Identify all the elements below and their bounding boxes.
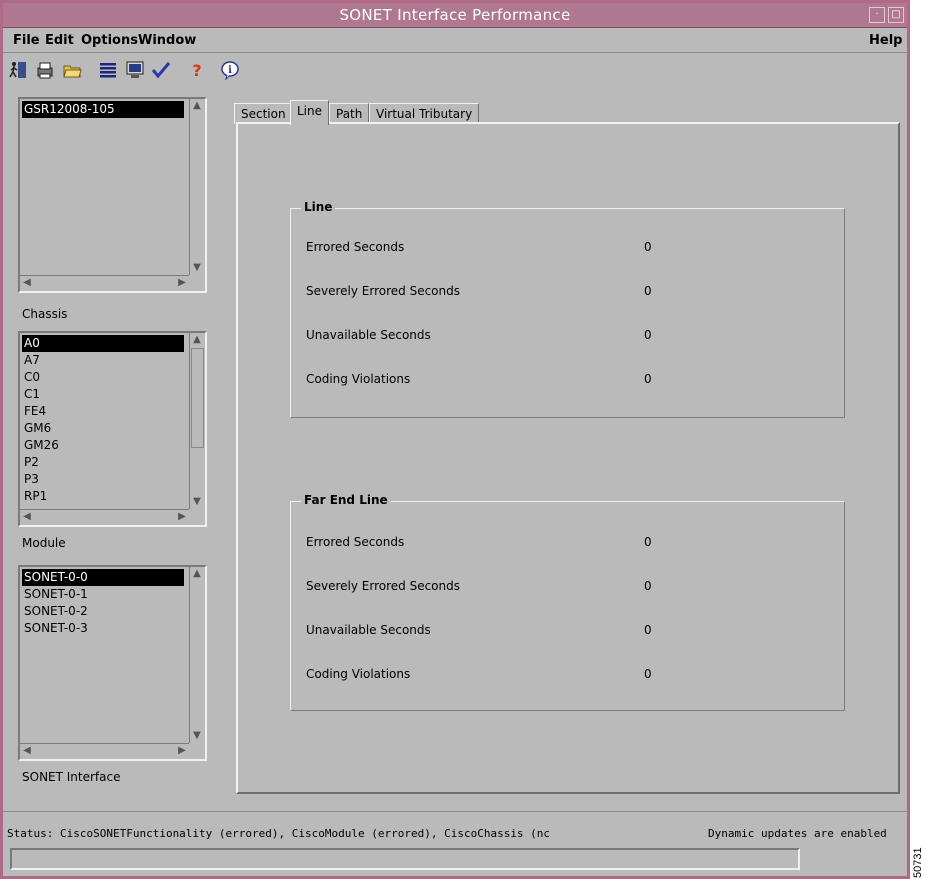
svg-text:i: i xyxy=(228,65,232,76)
far-end-unavailable-seconds-label: Unavailable Seconds xyxy=(306,623,431,637)
status-divider xyxy=(3,811,907,812)
status-text: Status: CiscoSONETFunctionality (errored… xyxy=(7,827,550,840)
scroll-down-icon[interactable]: ▼ xyxy=(190,261,204,275)
figure-id: 50731 xyxy=(912,842,924,878)
far-end-coding-violations-label: Coding Violations xyxy=(306,667,410,681)
module-list-item[interactable]: FE4 xyxy=(22,403,184,420)
module-list-item[interactable]: C1 xyxy=(22,386,184,403)
monitor-icon[interactable] xyxy=(124,59,146,81)
tab-section[interactable]: Section xyxy=(234,103,293,124)
menu-help[interactable]: Help xyxy=(869,33,902,48)
scroll-down-icon[interactable]: ▼ xyxy=(190,495,204,509)
module-list-item[interactable]: P2 xyxy=(22,454,184,471)
scroll-right-icon[interactable]: ▶ xyxy=(175,276,189,290)
far-end-coding-violations-value: 0 xyxy=(644,667,652,681)
line-group: Line Errored Seconds 0 Severely Errored … xyxy=(290,208,845,418)
title-bar[interactable]: SONET Interface Performance · □ xyxy=(3,3,907,28)
module-list[interactable]: A0A7C0C1FE4GM6GM26P2P3RP1 ▲ ▼ ◀ ▶ xyxy=(18,331,207,527)
scroll-right-icon[interactable]: ▶ xyxy=(175,744,189,758)
scroll-up-icon[interactable]: ▲ xyxy=(190,333,204,347)
chassis-list-items: GSR12008-105 xyxy=(22,101,184,118)
menu-options[interactable]: Options xyxy=(81,33,138,48)
sonet-interface-label: SONET Interface xyxy=(22,770,121,784)
sonet-interface-list-item[interactable]: SONET-0-1 xyxy=(22,586,184,603)
line-group-title: Line xyxy=(301,200,335,214)
print-icon[interactable] xyxy=(34,59,56,81)
application-window: SONET Interface Performance · □ File Edi… xyxy=(0,0,910,879)
module-list-item[interactable]: P3 xyxy=(22,471,184,488)
sonet-interface-list-items: SONET-0-0SONET-0-1SONET-0-2SONET-0-3 xyxy=(22,569,184,637)
far-end-line-group-title: Far End Line xyxy=(301,493,391,507)
scroll-thumb[interactable] xyxy=(191,348,204,448)
tab-virtual-tributary[interactable]: Virtual Tributary xyxy=(369,103,479,124)
menu-edit[interactable]: Edit xyxy=(45,33,74,48)
menu-bar: File Edit Options Window Help xyxy=(3,28,907,53)
scroll-down-icon[interactable]: ▼ xyxy=(190,729,204,743)
tab-panel-line: Line Errored Seconds 0 Severely Errored … xyxy=(236,122,900,794)
line-severely-errored-seconds-value: 0 xyxy=(644,284,652,298)
module-list-item[interactable]: A0 xyxy=(22,335,184,352)
module-vertical-scrollbar[interactable]: ▲ ▼ xyxy=(189,333,205,509)
chassis-list-item[interactable]: GSR12008-105 xyxy=(22,101,184,118)
scroll-left-icon[interactable]: ◀ xyxy=(20,276,34,290)
module-list-item[interactable]: GM6 xyxy=(22,420,184,437)
chassis-list[interactable]: GSR12008-105 ▲ ▼ ◀ ▶ xyxy=(18,97,207,293)
scroll-up-icon[interactable]: ▲ xyxy=(190,99,204,113)
module-horizontal-scrollbar[interactable]: ◀ ▶ xyxy=(20,509,189,525)
line-unavailable-seconds-label: Unavailable Seconds xyxy=(306,328,431,342)
sonet-interface-list-item[interactable]: SONET-0-2 xyxy=(22,603,184,620)
far-end-severely-errored-seconds-label: Severely Errored Seconds xyxy=(306,579,460,593)
list-icon[interactable] xyxy=(97,59,119,81)
far-end-unavailable-seconds-value: 0 xyxy=(644,623,652,637)
maximize-button[interactable]: □ xyxy=(888,7,904,23)
sonet-horizontal-scrollbar[interactable]: ◀ ▶ xyxy=(20,743,189,759)
far-end-line-group: Far End Line Errored Seconds 0 Severely … xyxy=(290,501,845,711)
module-list-item[interactable]: A7 xyxy=(22,352,184,369)
line-unavailable-seconds-value: 0 xyxy=(644,328,652,342)
tab-line[interactable]: Line xyxy=(290,100,329,125)
minimize-button[interactable]: · xyxy=(869,7,885,23)
sonet-interface-list-item[interactable]: SONET-0-3 xyxy=(22,620,184,637)
scroll-left-icon[interactable]: ◀ xyxy=(20,744,34,758)
scroll-right-icon[interactable]: ▶ xyxy=(175,510,189,524)
sonet-interface-list-item[interactable]: SONET-0-0 xyxy=(22,569,184,586)
line-errored-seconds-label: Errored Seconds xyxy=(306,240,404,254)
menu-file[interactable]: File xyxy=(13,33,40,48)
far-end-errored-seconds-label: Errored Seconds xyxy=(306,535,404,549)
info-icon[interactable]: i xyxy=(219,59,241,81)
tab-path[interactable]: Path xyxy=(329,103,369,124)
exit-icon[interactable] xyxy=(7,59,29,81)
chassis-horizontal-scrollbar[interactable]: ◀ ▶ xyxy=(20,275,189,291)
module-list-item[interactable]: C0 xyxy=(22,369,184,386)
window-title: SONET Interface Performance xyxy=(3,6,907,24)
open-folder-icon[interactable] xyxy=(61,59,83,81)
dynamic-updates-text: Dynamic updates are enabled xyxy=(708,827,887,840)
far-end-severely-errored-seconds-value: 0 xyxy=(644,579,652,593)
module-list-item[interactable]: RP1 xyxy=(22,488,184,505)
module-list-item[interactable]: GM26 xyxy=(22,437,184,454)
line-errored-seconds-value: 0 xyxy=(644,240,652,254)
scroll-left-icon[interactable]: ◀ xyxy=(20,510,34,524)
help-icon[interactable]: ? xyxy=(186,59,208,81)
scroll-up-icon[interactable]: ▲ xyxy=(190,567,204,581)
module-label: Module xyxy=(22,536,66,550)
menu-window[interactable]: Window xyxy=(138,33,196,48)
line-coding-violations-value: 0 xyxy=(644,372,652,386)
sonet-interface-list[interactable]: SONET-0-0SONET-0-1SONET-0-2SONET-0-3 ▲ ▼… xyxy=(18,565,207,761)
module-list-items: A0A7C0C1FE4GM6GM26P2P3RP1 xyxy=(22,335,184,505)
toolbar: ? i xyxy=(3,55,907,85)
line-severely-errored-seconds-label: Severely Errored Seconds xyxy=(306,284,460,298)
chassis-vertical-scrollbar[interactable]: ▲ ▼ xyxy=(189,99,205,275)
progress-bar xyxy=(10,848,800,870)
svg-text:?: ? xyxy=(192,61,201,80)
far-end-errored-seconds-value: 0 xyxy=(644,535,652,549)
line-coding-violations-label: Coding Violations xyxy=(306,372,410,386)
sonet-vertical-scrollbar[interactable]: ▲ ▼ xyxy=(189,567,205,743)
chassis-label: Chassis xyxy=(22,307,67,321)
check-icon[interactable] xyxy=(150,59,172,81)
